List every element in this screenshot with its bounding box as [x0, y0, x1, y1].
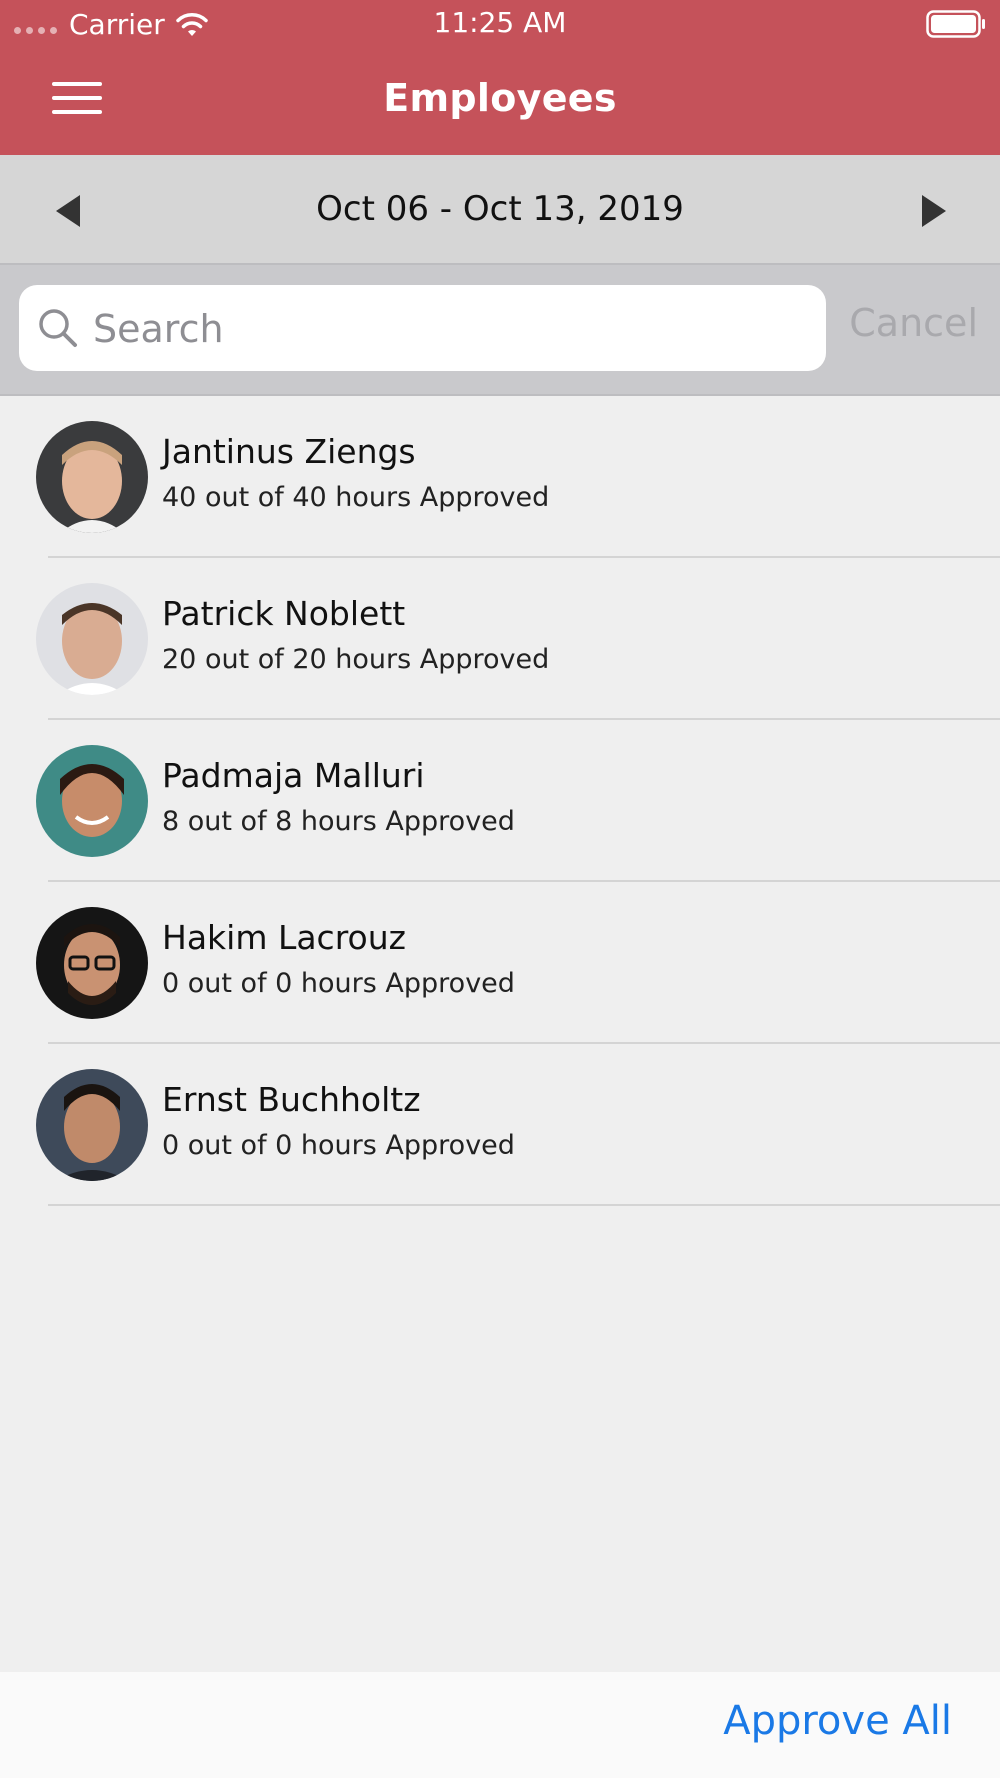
search-field[interactable]	[19, 285, 826, 373]
employee-list: Jantinus Ziengs 40 out of 40 hours Appro…	[0, 396, 1000, 1206]
avatar	[36, 583, 148, 695]
approve-all-button[interactable]: Approve All	[723, 1698, 952, 1744]
date-navigator: Oct 06 - Oct 13, 2019	[0, 155, 1000, 263]
employee-hours: 20 out of 20 hours Approved	[162, 644, 550, 675]
row-divider	[48, 1204, 1000, 1206]
search-input[interactable]	[91, 285, 815, 373]
employee-row[interactable]: Jantinus Ziengs 40 out of 40 hours Appro…	[0, 396, 1000, 558]
employee-name: Jantinus Ziengs	[162, 432, 416, 471]
employee-name: Ernst Buchholtz	[162, 1080, 421, 1119]
page-title: Employees	[383, 76, 617, 120]
employee-name: Hakim Lacrouz	[162, 918, 406, 957]
nav-bar: Employees	[0, 48, 1000, 155]
employee-row[interactable]: Ernst Buchholtz 0 out of 0 hours Approve…	[0, 1044, 1000, 1206]
battery-icon	[926, 10, 985, 38]
employee-hours: 0 out of 0 hours Approved	[162, 968, 515, 999]
employee-name: Patrick Noblett	[162, 594, 406, 633]
search-bar: Cancel	[0, 263, 1000, 396]
next-week-icon[interactable]	[912, 191, 952, 231]
avatar	[36, 1069, 148, 1181]
employee-row[interactable]: Hakim Lacrouz 0 out of 0 hours Approved	[0, 882, 1000, 1044]
employee-hours: 0 out of 0 hours Approved	[162, 1130, 515, 1161]
avatar	[36, 421, 148, 533]
date-range-label: Oct 06 - Oct 13, 2019	[316, 189, 684, 229]
status-bar: Carrier 11:25 AM	[0, 0, 1000, 48]
avatar	[36, 907, 148, 1019]
employee-row[interactable]: Padmaja Malluri 8 out of 8 hours Approve…	[0, 720, 1000, 882]
employee-hours: 8 out of 8 hours Approved	[162, 806, 515, 837]
search-icon	[39, 309, 77, 347]
avatar	[36, 745, 148, 857]
bottom-toolbar: Approve All	[0, 1672, 1000, 1778]
employee-name: Padmaja Malluri	[162, 756, 425, 795]
cancel-button[interactable]: Cancel	[849, 301, 978, 345]
status-time: 11:25 AM	[433, 6, 567, 39]
employee-row[interactable]: Patrick Noblett 20 out of 20 hours Appro…	[0, 558, 1000, 720]
employee-hours: 40 out of 40 hours Approved	[162, 482, 550, 513]
